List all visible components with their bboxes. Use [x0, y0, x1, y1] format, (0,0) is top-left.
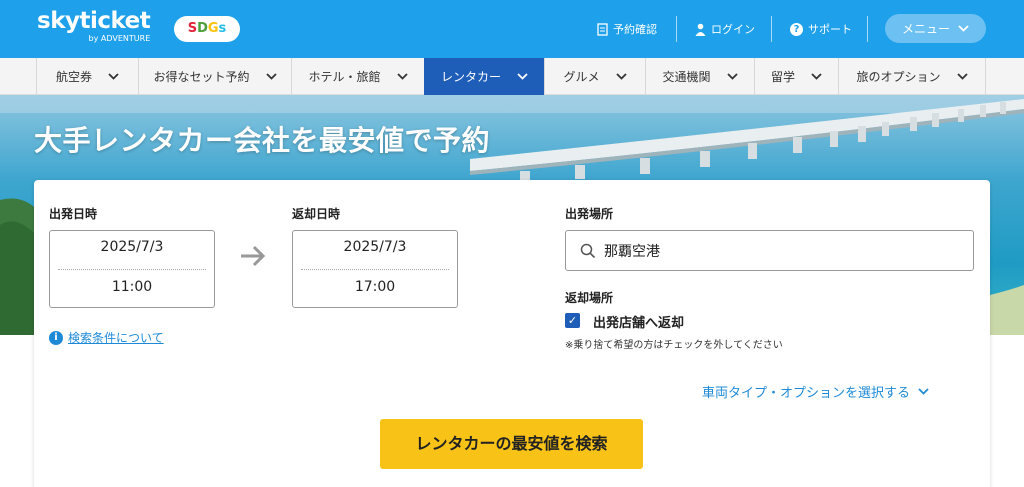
nav-item-gourmet[interactable]: グルメ	[544, 58, 645, 95]
reservation-check-label: 予約確認	[613, 23, 657, 36]
return-place-label: 返却場所	[565, 291, 614, 305]
site-logo[interactable]: skyticket by ADVENTURE	[37, 8, 151, 43]
sdgs-badge[interactable]: SDGs	[174, 16, 240, 42]
nav-item-label: お得なセット予約	[153, 70, 250, 84]
return-datetime-field[interactable]: 2025/7/3 17:00	[292, 230, 458, 308]
nav-item-rentacar[interactable]: レンタカー	[424, 58, 544, 95]
depart-datetime-label: 出発日時	[49, 207, 98, 221]
search-button[interactable]: レンタカーの最安値を検索	[380, 419, 643, 469]
depart-place-label: 出発場所	[565, 207, 614, 221]
menu-button[interactable]: メニュー	[885, 14, 986, 43]
nav-item-label: レンタカー	[440, 70, 501, 84]
depart-place-field[interactable]: 那覇空港	[565, 230, 974, 271]
vehicle-options-toggle[interactable]: 車両タイプ・オプションを選択する	[702, 382, 929, 401]
hero-title: 大手レンタカー会社を最安値で予約	[34, 124, 491, 157]
nav-item-packages[interactable]: お得なセット予約	[138, 58, 291, 95]
info-icon: i	[49, 330, 63, 345]
vehicle-options-label: 車両タイプ・オプションを選択する	[702, 386, 911, 401]
main-nav: 航空券 お得なセット予約 ホテル・旅館 レンタカー グルメ 交通機関 留学 旅の…	[0, 58, 1024, 95]
divider	[301, 269, 449, 270]
login-label: ログイン	[711, 23, 755, 36]
chevron-down-icon	[108, 73, 119, 80]
chevron-down-icon	[396, 73, 408, 80]
search-conditions-label: 検索条件について	[68, 331, 164, 345]
return-date: 2025/7/3	[343, 239, 407, 255]
depart-date: 2025/7/3	[100, 239, 164, 255]
support-link[interactable]: ? サポート	[790, 0, 852, 58]
chevron-down-icon	[265, 73, 277, 80]
document-icon	[597, 22, 608, 36]
arrow-right-icon	[239, 244, 267, 275]
nav-item-label: 旅のオプション	[856, 70, 941, 84]
search-card: 出発日時 2025/7/3 11:00 返却日時 2025/7/3 17:00 …	[34, 180, 990, 487]
depart-place-value: 那覇空港	[604, 243, 660, 260]
depart-time: 11:00	[111, 279, 153, 295]
search-icon	[580, 243, 596, 258]
divider	[58, 269, 206, 270]
chevron-down-icon	[811, 73, 822, 80]
nav-item-label: ホテル・旅館	[308, 70, 381, 84]
search-conditions-link[interactable]: i 検索条件について	[49, 329, 164, 346]
drop-off-note: ※乗り捨て希望の方はチェックを外してください	[565, 340, 783, 351]
nav-item-hotels[interactable]: ホテル・旅館	[291, 58, 424, 95]
return-same-label[interactable]: 出発店舗へ返却	[593, 312, 684, 331]
return-same-checkbox[interactable]: ✓	[565, 313, 580, 328]
chevron-down-icon	[517, 73, 528, 80]
logo-subtext: by ADVENTURE	[88, 34, 151, 43]
chevron-down-icon	[918, 388, 929, 395]
header-divider	[676, 16, 677, 42]
chevron-down-icon	[615, 73, 627, 80]
nav-item-transport[interactable]: 交通機関	[645, 58, 754, 95]
support-label: サポート	[808, 23, 852, 36]
return-time: 17:00	[354, 279, 396, 295]
login-link[interactable]: ログイン	[695, 0, 755, 58]
nav-item-label: グルメ	[563, 70, 600, 84]
menu-label: メニュー	[901, 22, 950, 36]
nav-item-study-abroad[interactable]: 留学	[754, 58, 838, 95]
depart-datetime-field[interactable]: 2025/7/3 11:00	[49, 230, 215, 308]
help-icon: ?	[790, 22, 803, 36]
nav-item-tour-options[interactable]: 旅のオプション	[838, 58, 986, 95]
return-datetime-label: 返却日時	[292, 207, 341, 221]
user-icon	[695, 23, 706, 36]
nav-item-label: 留学	[770, 70, 795, 84]
nav-item-flights[interactable]: 航空券	[36, 58, 138, 95]
nav-item-label: 交通機関	[662, 70, 711, 84]
logo-text: skyticket	[37, 8, 151, 34]
chevron-down-icon	[956, 73, 968, 80]
nav-item-label: 航空券	[55, 70, 92, 84]
site-header: skyticket by ADVENTURE SDGs 予約確認 ログイン ? …	[0, 0, 1024, 58]
header-divider	[771, 16, 772, 42]
reservation-check-link[interactable]: 予約確認	[597, 0, 657, 58]
header-divider	[867, 16, 868, 42]
sdgs-text: SDGs	[187, 21, 227, 36]
chevron-down-icon	[958, 25, 969, 32]
chevron-down-icon	[726, 73, 738, 80]
